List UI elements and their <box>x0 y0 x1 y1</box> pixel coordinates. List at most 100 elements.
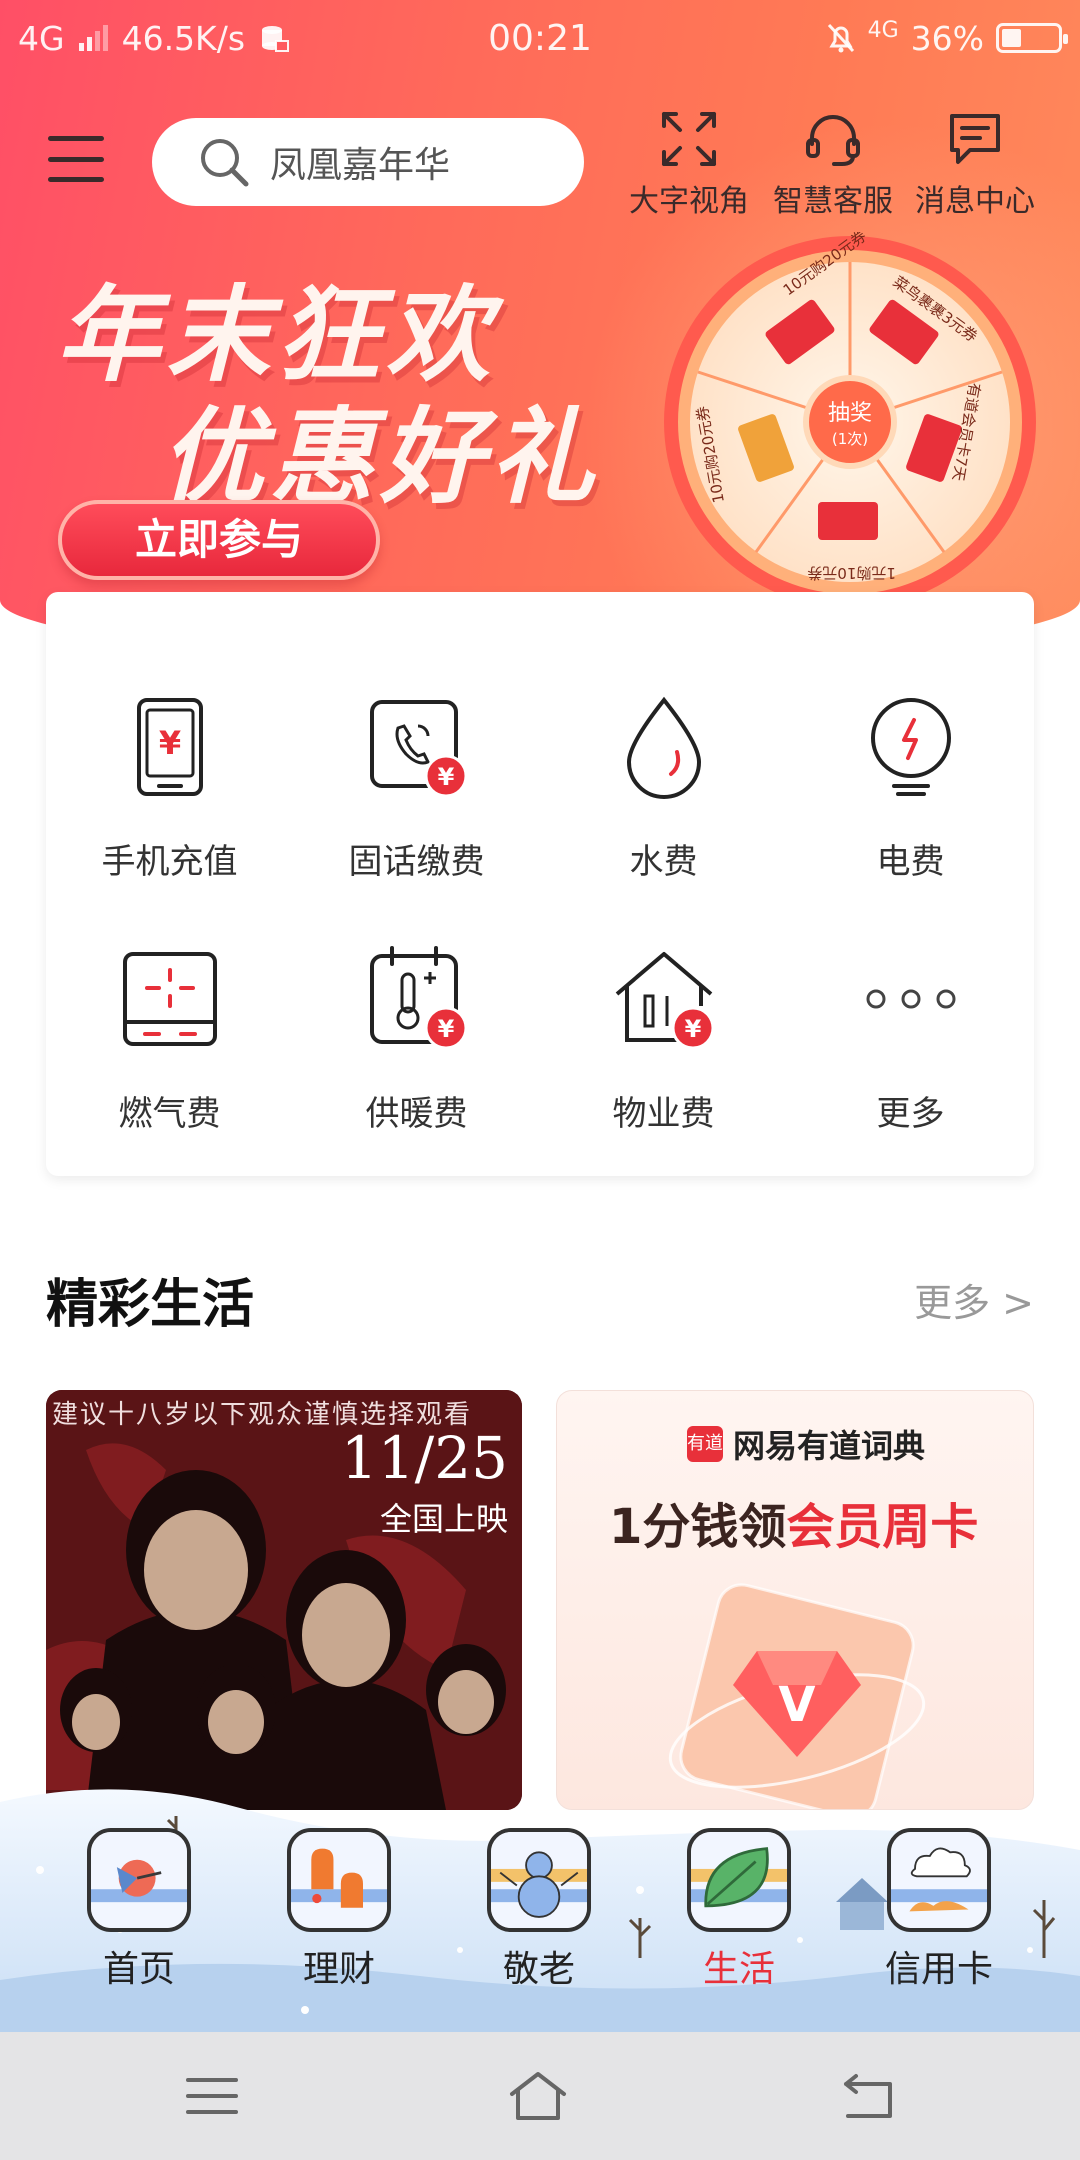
service-gas-fee[interactable]: 燃气费 <box>46 944 293 1135</box>
system-nav-bar <box>0 2032 1080 2160</box>
service-label: 供暖费 <box>365 1094 468 1134</box>
movie-release-text: 全国上映 <box>379 1500 508 1538</box>
top-nav: 凤凰嘉年华 大字视角 智慧客服 消息中心 <box>0 100 1080 220</box>
tab-label: 敬老 <box>502 1949 575 1990</box>
service-label: 固话缴费 <box>348 842 485 882</box>
search-placeholder: 凤凰嘉年华 <box>270 145 451 186</box>
tab-elderly[interactable]: 敬老 <box>474 1828 604 1992</box>
youdao-promo-card[interactable]: 有道 网易有道词典 1分钱领会员周卡 V <box>556 1390 1034 1810</box>
section-title: 精彩生活 <box>46 1275 255 1335</box>
service-property-fee[interactable]: ¥ 物业费 <box>540 944 787 1135</box>
svg-text:¥: ¥ <box>158 724 180 762</box>
large-font-label: 大字视角 <box>629 184 749 219</box>
menu-line <box>48 177 104 182</box>
home-badge <box>87 1828 191 1932</box>
section-more-link[interactable]: 更多 > <box>914 1272 1034 1327</box>
battery-percent: 36% <box>910 18 984 58</box>
menu-button[interactable] <box>48 136 104 182</box>
network-type-right: 4G <box>867 17 899 43</box>
lottery-wheel[interactable]: 10元购20元券 菜鸟裹裹3元券 有道会员卡7天 1元购10元券 10元购20元… <box>660 232 1040 612</box>
youdao-brand: 有道 网易有道词典 <box>687 1421 925 1467</box>
service-heating-fee[interactable]: ¥ 供暖费 <box>293 944 540 1135</box>
gem-letter: V <box>778 1677 815 1733</box>
recent-apps-button[interactable] <box>180 2064 244 2128</box>
customer-service-button[interactable]: 智慧客服 <box>768 108 898 220</box>
service-label: 手机充值 <box>101 842 238 882</box>
svg-text:¥: ¥ <box>437 763 454 791</box>
life-leaf-icon <box>691 1832 787 1928</box>
promo-highlight: 会员周卡 <box>786 1499 979 1555</box>
message-center-button[interactable]: 消息中心 <box>910 108 1040 220</box>
property-house-icon: ¥ <box>615 952 714 1050</box>
phone-recharge-icon: ¥ <box>136 698 203 796</box>
life-badge <box>687 1828 791 1932</box>
credit-card-badge <box>887 1828 991 1932</box>
finance-mittens-icon <box>291 1832 387 1928</box>
menu-line <box>48 156 104 162</box>
back-button[interactable] <box>836 2064 900 2128</box>
headset-icon <box>806 115 860 166</box>
tab-credit-card[interactable]: 信用卡 <box>874 1828 1004 1992</box>
home-system-button[interactable] <box>506 2064 570 2128</box>
services-grid: ¥ 手机充值 ¥ 固话缴费 水费 电费 燃气费 ¥ 供暖费 ¥ 物业费 更多 <box>46 592 1034 1176</box>
elderly-badge <box>487 1828 591 1932</box>
finance-badge <box>287 1828 391 1932</box>
elderly-snowman-icon <box>491 1832 587 1928</box>
svg-text:¥: ¥ <box>437 1015 454 1043</box>
home-outline-icon <box>510 2072 566 2120</box>
mute-bell-icon <box>827 23 854 53</box>
search-icon <box>201 139 249 187</box>
network-speed: 46.5K/s <box>121 18 246 58</box>
tab-label: 首页 <box>102 1949 175 1990</box>
service-label: 物业费 <box>612 1094 715 1134</box>
tab-label: 生活 <box>702 1949 775 1990</box>
credit-card-cloud-icon <box>891 1832 987 1928</box>
more-dots-icon <box>866 989 955 1009</box>
expand-icon <box>662 112 716 166</box>
tab-home[interactable]: 首页 <box>74 1828 204 1992</box>
service-electricity-fee[interactable]: 电费 <box>787 692 1034 883</box>
gas-stove-icon <box>122 952 217 1046</box>
service-label: 燃气费 <box>118 1094 221 1134</box>
promo-prefix: 1分钱领 <box>609 1499 787 1555</box>
wheel-sector-label: 1元购10元券 <box>807 564 896 582</box>
large-font-button[interactable]: 大字视角 <box>624 108 754 220</box>
message-center-label: 消息中心 <box>915 184 1035 219</box>
service-label: 电费 <box>876 842 945 882</box>
service-landline-fee[interactable]: ¥ 固话缴费 <box>293 692 540 883</box>
battery-icon <box>996 23 1068 53</box>
youdao-promo-text: 1分钱领会员周卡 <box>609 1487 978 1557</box>
menu-line <box>48 136 104 141</box>
tab-finance[interactable]: 理财 <box>274 1828 404 1992</box>
movie-promo-card[interactable]: 建议十八岁以下观众谨慎选择观看 11/25 全国上映 <box>46 1390 522 1810</box>
tab-label: 信用卡 <box>884 1949 993 1990</box>
menu-lines-icon <box>186 2078 238 2114</box>
service-label: 水费 <box>629 842 698 882</box>
tab-label: 理财 <box>302 1949 375 1990</box>
service-water-fee[interactable]: 水费 <box>540 692 787 883</box>
electricity-icon <box>870 698 951 796</box>
clock: 00:21 <box>488 17 592 59</box>
data-saver-icon <box>262 26 290 52</box>
wheel-center-label: 抽奖 <box>828 401 872 426</box>
status-bar: 4G 46.5K/s 00:21 4G 36% <box>0 0 1080 76</box>
home-pinwheel-icon <box>91 1832 187 1928</box>
vip-gem-card-icon: V <box>668 1583 926 1809</box>
service-label: 更多 <box>876 1094 945 1134</box>
youdao-logo: 有道 <box>687 1426 723 1462</box>
svg-text:¥: ¥ <box>684 1015 701 1043</box>
search-input[interactable]: 凤凰嘉年华 <box>152 118 584 206</box>
wheel-center-sub: (1次) <box>832 430 868 448</box>
heating-icon: ¥ <box>369 946 467 1050</box>
movie-release-date: 11/25 <box>340 1424 508 1492</box>
landline-fee-icon: ¥ <box>369 700 467 798</box>
message-icon <box>950 114 1000 164</box>
status-left: 4G 46.5K/s <box>18 19 438 58</box>
youdao-brand-name: 网易有道词典 <box>733 1427 926 1465</box>
service-phone-recharge[interactable]: ¥ 手机充值 <box>46 692 293 883</box>
join-now-button[interactable]: 立即参与 <box>58 500 380 580</box>
tab-life[interactable]: 生活 <box>674 1828 804 1992</box>
network-type: 4G <box>18 18 65 58</box>
service-more[interactable]: 更多 <box>787 944 1034 1135</box>
water-drop-icon <box>626 696 701 799</box>
